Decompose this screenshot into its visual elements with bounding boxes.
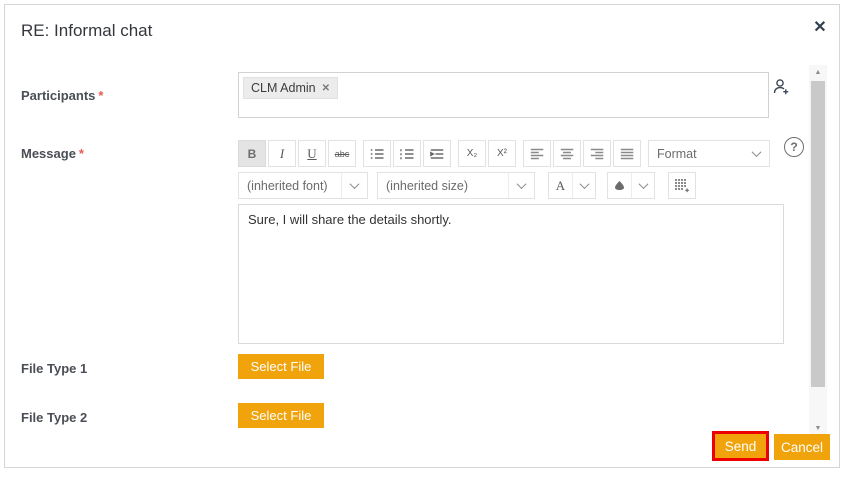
select-file-button-1[interactable]: Select File: [238, 354, 324, 379]
align-right-icon: [590, 148, 604, 160]
highlight-color-icon: [613, 179, 626, 192]
align-left-button[interactable]: [523, 140, 551, 167]
font-size-select[interactable]: (inherited size): [377, 172, 535, 199]
superscript-icon: X²: [497, 148, 507, 159]
informal-chat-dialog: RE: Informal chat ✕ Participants* CLM Ad…: [4, 4, 840, 468]
superscript-button[interactable]: X²: [488, 140, 516, 167]
font-size-select-value: (inherited size): [378, 179, 508, 193]
participants-label-text: Participants: [21, 88, 95, 103]
add-participant-button[interactable]: [771, 76, 793, 98]
chevron-down-icon: [341, 173, 367, 198]
numbered-list-button[interactable]: [393, 140, 421, 167]
participants-label: Participants*: [21, 88, 103, 103]
underline-button[interactable]: U: [298, 140, 326, 167]
chevron-down-icon: [640, 173, 647, 198]
insert-table-button[interactable]: [668, 172, 696, 199]
highlight-split-button: [607, 172, 655, 199]
close-icon: ✕: [813, 19, 826, 36]
message-label: Message*: [21, 146, 84, 161]
scroll-up-arrow-icon[interactable]: ▲: [809, 67, 827, 79]
help-icon: ?: [790, 140, 797, 154]
send-button-highlight: Send: [712, 431, 769, 461]
subscript-button[interactable]: X₂: [458, 140, 486, 167]
align-left-icon: [530, 148, 544, 160]
file-type-2-label: File Type 2: [21, 410, 87, 425]
format-select-value: Format: [649, 147, 743, 161]
bold-icon: B: [248, 147, 257, 161]
file-type-1-label: File Type 1: [21, 361, 87, 376]
add-user-icon: [771, 77, 791, 97]
required-asterisk: *: [79, 146, 84, 161]
italic-button[interactable]: I: [268, 140, 296, 167]
close-button[interactable]: ✕: [809, 17, 831, 39]
bold-button[interactable]: B: [238, 140, 266, 167]
participant-chip-label: CLM Admin: [251, 81, 316, 95]
indent-icon: [430, 148, 444, 160]
align-center-icon: [560, 148, 574, 160]
help-button[interactable]: ?: [784, 137, 804, 157]
font-family-select-value: (inherited font): [239, 179, 341, 193]
numbered-list-icon: [400, 148, 414, 160]
script-group: X₂ X²: [458, 140, 516, 167]
bullet-list-button[interactable]: [363, 140, 391, 167]
table-icon: [675, 179, 689, 193]
page-background: RE: Informal chat ✕ Participants* CLM Ad…: [0, 0, 846, 478]
text-color-dropdown[interactable]: [572, 173, 595, 198]
send-button[interactable]: Send: [715, 434, 766, 458]
highlight-color-button[interactable]: [608, 173, 631, 198]
strikethrough-icon: abc: [335, 149, 350, 159]
text-color-split-button: A: [548, 172, 596, 199]
align-right-button[interactable]: [583, 140, 611, 167]
text-style-group: B I U abc: [238, 140, 356, 167]
underline-icon: U: [307, 146, 316, 162]
strikethrough-button[interactable]: abc: [328, 140, 356, 167]
highlight-color-dropdown[interactable]: [631, 173, 654, 198]
select-file-button-2[interactable]: Select File: [238, 403, 324, 428]
message-label-text: Message: [21, 146, 76, 161]
align-center-button[interactable]: [553, 140, 581, 167]
message-editor-area[interactable]: Sure, I will share the details shortly.: [238, 204, 784, 344]
indent-button[interactable]: [423, 140, 451, 167]
scrollbar[interactable]: ▲ ▼: [809, 65, 827, 437]
align-justify-button[interactable]: [613, 140, 641, 167]
chevron-down-icon: [508, 173, 534, 198]
list-group: [363, 140, 451, 167]
editor-toolbar-row-2: (inherited font) (inherited size) A: [238, 172, 696, 199]
bullet-list-icon: [370, 148, 384, 160]
text-color-button[interactable]: A: [549, 173, 572, 198]
chevron-down-icon: [743, 141, 769, 166]
participant-chip: CLM Admin ✕: [243, 77, 338, 99]
scrollbar-thumb[interactable]: [811, 81, 825, 387]
editor-toolbar-row-1: B I U abc X₂ X²: [238, 140, 770, 167]
italic-icon: I: [280, 146, 284, 162]
remove-participant-icon[interactable]: ✕: [322, 83, 330, 94]
dialog-title: RE: Informal chat: [21, 21, 152, 41]
required-asterisk: *: [98, 88, 103, 103]
align-justify-icon: [620, 148, 634, 160]
subscript-icon: X₂: [467, 148, 478, 159]
font-family-select[interactable]: (inherited font): [238, 172, 368, 199]
cancel-button[interactable]: Cancel: [774, 434, 830, 460]
align-group: [523, 140, 641, 167]
participants-input[interactable]: CLM Admin ✕: [238, 72, 769, 118]
format-select[interactable]: Format: [648, 140, 770, 167]
chevron-down-icon: [581, 173, 588, 198]
